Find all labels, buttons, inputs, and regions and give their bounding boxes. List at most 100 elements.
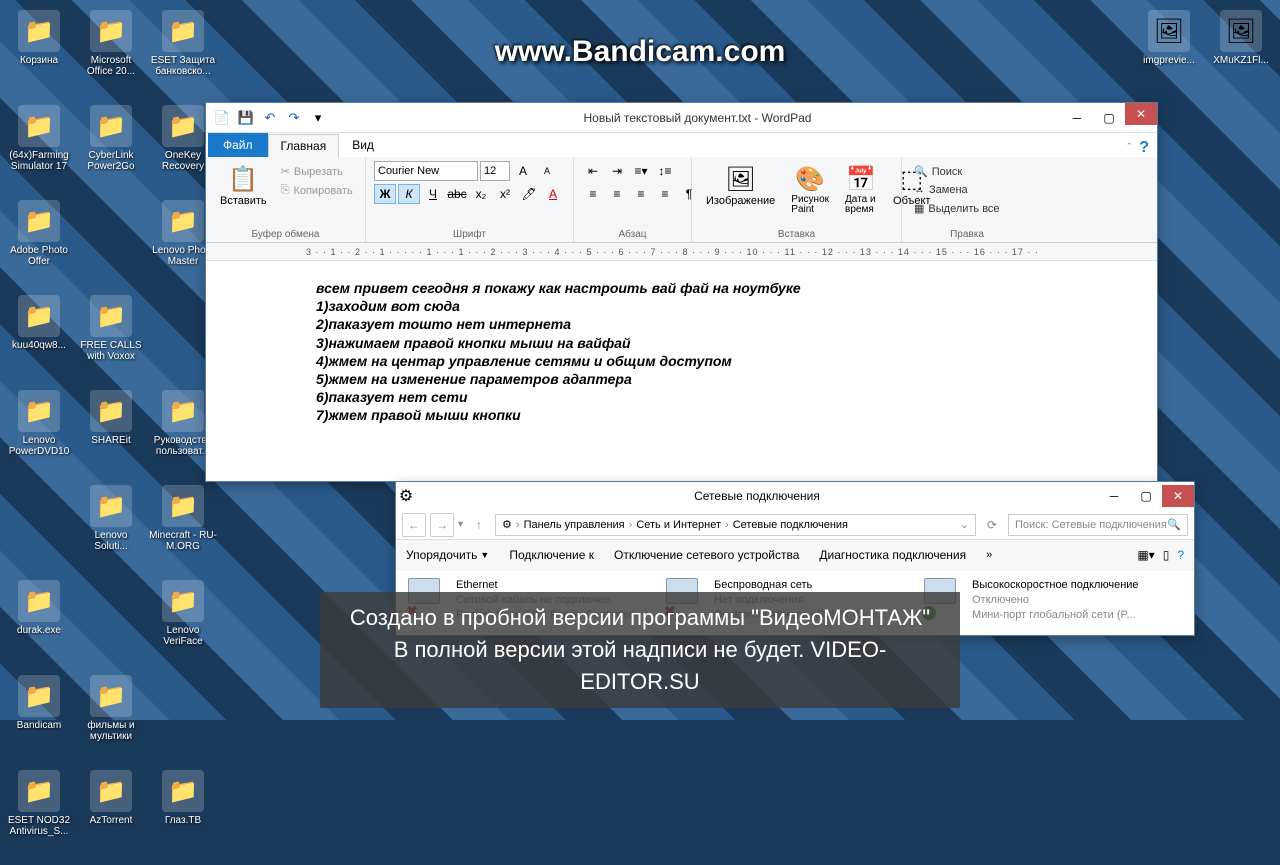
connection-item[interactable]: ✓Высокоскоростное подключениеОтключеноМи…: [924, 578, 1164, 623]
bullets-icon[interactable]: ≡▾: [630, 161, 652, 181]
wordpad-titlebar[interactable]: 📄 💾 ↶ ↷ ▾ Новый текстовый документ.txt -…: [206, 103, 1157, 133]
desktop-icon[interactable]: 📁фильмы и мультики: [77, 675, 145, 742]
up-button[interactable]: ↑: [467, 513, 491, 537]
paste-button[interactable]: 📋 Вставить: [214, 161, 273, 209]
ribbon-collapse-icon[interactable]: ˆ: [1128, 142, 1132, 154]
connect-button[interactable]: Подключение к: [509, 548, 594, 562]
align-center-icon[interactable]: ≡: [606, 184, 628, 204]
organize-button[interactable]: Упорядочить ▼: [406, 548, 489, 562]
ribbon: 📋 Вставить ✂Вырезать ⎘Копировать Буфер о…: [206, 157, 1157, 243]
forward-button[interactable]: →: [430, 513, 454, 537]
desktop-icon[interactable]: 📁SHAREit: [77, 390, 145, 457]
back-button[interactable]: ←: [402, 513, 426, 537]
select-all-icon: ▦: [914, 202, 924, 215]
indent-dec-icon[interactable]: ⇤: [582, 161, 604, 181]
netwin-close-button[interactable]: ✕: [1162, 485, 1194, 507]
desktop-icon[interactable]: 📁AzTorrent: [77, 770, 145, 837]
desktop-icon[interactable]: 📁Lenovo PowerDVD10: [5, 390, 73, 457]
indent-inc-icon[interactable]: ⇥: [606, 161, 628, 181]
shrink-font-icon[interactable]: A: [536, 161, 558, 181]
find-button[interactable]: 🔍Поиск: [910, 163, 1004, 180]
desktop-icon[interactable]: 📁Глаз.ТВ: [149, 770, 217, 837]
paste-icon: 📋: [227, 163, 259, 195]
recent-dropdown-icon[interactable]: ▾: [458, 519, 463, 530]
maximize-button[interactable]: ▢: [1093, 107, 1125, 129]
selectall-button[interactable]: ▦Выделить все: [910, 200, 1004, 217]
tab-file[interactable]: Файл: [208, 133, 268, 157]
bandicam-watermark: www.Bandicam.com: [495, 35, 786, 69]
refresh-button[interactable]: ⟳: [980, 513, 1004, 537]
folder-icon: ⚙: [502, 518, 512, 531]
desktop-icon[interactable]: 📁Корзина: [5, 10, 73, 77]
font-name-select[interactable]: [374, 161, 478, 181]
trial-line2: В полной версии этой надписи не будет. V…: [344, 634, 936, 698]
wordpad-icon[interactable]: 📄: [212, 108, 232, 128]
align-left-icon[interactable]: ≡: [582, 184, 604, 204]
ruler[interactable]: 3 · · 1 · · 2 · · 1 · · · · · 1 · · · 1 …: [206, 243, 1157, 261]
font-size-select[interactable]: [480, 161, 510, 181]
cut-icon: ✂: [281, 165, 290, 178]
view-options-icon[interactable]: ▦▾: [1137, 548, 1154, 562]
bold-button[interactable]: Ж: [374, 184, 396, 204]
subscript-button[interactable]: x₂: [470, 184, 492, 204]
breadcrumb[interactable]: ⚙› Панель управления› Сеть и Интернет› С…: [495, 514, 976, 536]
desktop-icon[interactable]: 📁Minecraft - RU-M.ORG: [149, 485, 217, 552]
group-clipboard: Буфер обмена: [206, 229, 365, 240]
toolbar-overflow-icon[interactable]: »: [986, 549, 992, 561]
redo-icon[interactable]: ↷: [284, 108, 304, 128]
desktop-icon[interactable]: 🖼XMuKZ1Fl...: [1207, 10, 1275, 66]
desktop-icon[interactable]: 📁(64x)Farming Simulator 17: [5, 105, 73, 172]
desktop-icon[interactable]: 📁ESET Защита банковско...: [149, 10, 217, 77]
italic-button[interactable]: К: [398, 184, 420, 204]
font-color-button[interactable]: A: [542, 184, 564, 204]
insert-paint-button[interactable]: 🎨Рисунок Paint: [785, 161, 835, 217]
netwin-maximize-button[interactable]: ▢: [1130, 485, 1162, 507]
desktop-icon[interactable]: 🖼imgprevie...: [1135, 10, 1203, 66]
highlight-button[interactable]: 🖊: [518, 184, 540, 204]
netwin-toolbar: Упорядочить ▼ Подключение к Отключение с…: [396, 540, 1194, 570]
underline-button[interactable]: Ч: [422, 184, 444, 204]
insert-image-button[interactable]: 🖼Изображение: [700, 161, 781, 209]
replace-button[interactable]: ↔Замена: [910, 182, 1004, 198]
breadcrumb-dropdown-icon[interactable]: ⌄: [960, 518, 969, 531]
desktop-icon[interactable]: 📁FREE CALLS with Voxox: [77, 295, 145, 362]
minimize-button[interactable]: ─: [1061, 107, 1093, 129]
insert-datetime-button[interactable]: 📅Дата и время: [839, 161, 883, 217]
cut-button: ✂Вырезать: [277, 163, 357, 180]
qat-dropdown-icon[interactable]: ▾: [308, 108, 328, 128]
group-paragraph: Абзац: [574, 229, 691, 240]
desktop-icon[interactable]: 📁durak.exe: [5, 580, 73, 647]
search-input[interactable]: Поиск: Сетевые подключения🔍: [1008, 514, 1188, 536]
desktop-icon[interactable]: 📁Microsoft Office 20...: [77, 10, 145, 77]
desktop-icon[interactable]: 📁CyberLink Power2Go: [77, 105, 145, 172]
help-icon[interactable]: ?: [1177, 548, 1184, 562]
align-justify-icon[interactable]: ≡: [654, 184, 676, 204]
netwin-minimize-button[interactable]: ─: [1098, 485, 1130, 507]
netwin-titlebar[interactable]: ⚙ Сетевые подключения ─ ▢ ✕: [396, 482, 1194, 510]
tab-view[interactable]: Вид: [339, 133, 387, 157]
undo-icon[interactable]: ↶: [260, 108, 280, 128]
diagnose-button[interactable]: Диагностика подключения: [819, 548, 966, 562]
strike-button[interactable]: abc: [446, 184, 468, 204]
chevron-down-icon: ▼: [480, 550, 489, 560]
desktop-icon[interactable]: 📁ESET NOD32 Antivirus_S...: [5, 770, 73, 837]
desktop-icon[interactable]: 📁Lenovo VeriFace: [149, 580, 217, 647]
desktop-icon[interactable]: 📁Bandicam: [5, 675, 73, 742]
desktop-icons-left: 📁Корзина📁Microsoft Office 20...📁ESET Защ…: [5, 10, 217, 865]
align-right-icon[interactable]: ≡: [630, 184, 652, 204]
control-panel-icon: ⚙: [396, 486, 416, 506]
line-spacing-icon[interactable]: ↕≡: [654, 161, 676, 181]
help-icon[interactable]: ?: [1139, 139, 1149, 157]
superscript-button[interactable]: x²: [494, 184, 516, 204]
desktop-icon[interactable]: 📁Lenovo Soluti...: [77, 485, 145, 552]
grow-font-icon[interactable]: A: [512, 161, 534, 181]
preview-pane-icon[interactable]: ▯: [1163, 548, 1170, 562]
disable-button[interactable]: Отключение сетевого устройства: [614, 548, 799, 562]
save-icon[interactable]: 💾: [236, 108, 256, 128]
group-font: Шрифт: [366, 229, 573, 240]
desktop-icon[interactable]: 📁kuu40qw8...: [5, 295, 73, 362]
tab-home[interactable]: Главная: [268, 134, 340, 157]
document-area[interactable]: всем привет сегодня я покажу как настрои…: [206, 261, 1157, 443]
close-button[interactable]: ✕: [1125, 103, 1157, 125]
desktop-icon[interactable]: 📁Adobe Photo Offer: [5, 200, 73, 267]
